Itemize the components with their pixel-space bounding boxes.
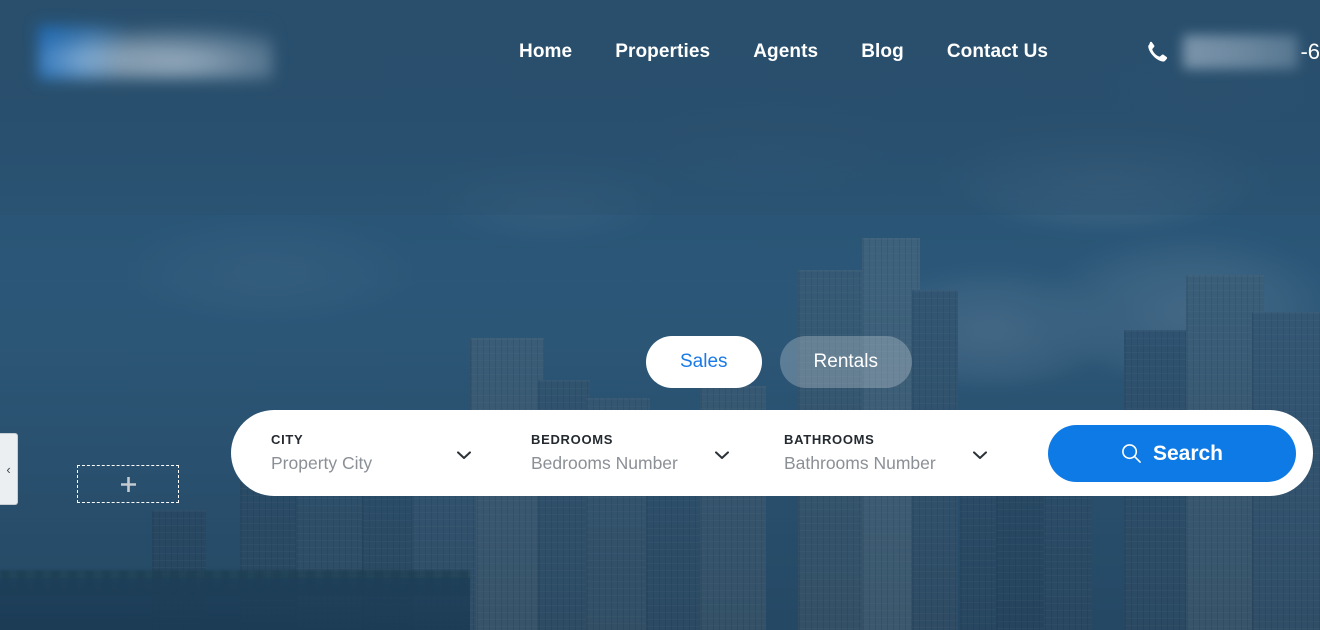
bedrooms-label: BEDROOMS <box>531 432 614 447</box>
nav-item-blog[interactable]: Blog <box>861 35 904 69</box>
search-button[interactable]: Search <box>1048 425 1296 482</box>
bathrooms-label: BATHROOMS <box>784 432 875 447</box>
chevron-left-icon: ‹ <box>6 461 11 477</box>
phone-number-blurred <box>1183 35 1299 69</box>
bathrooms-placeholder: Bathrooms Number <box>784 453 936 473</box>
phone-number-tail: -6 <box>1300 39 1320 64</box>
city-label: CITY <box>271 432 304 447</box>
logo-blurred-image <box>38 25 273 80</box>
chevron-down-icon <box>973 451 987 459</box>
toggle-option-sales[interactable]: Sales <box>646 336 762 388</box>
chevron-down-icon <box>715 451 729 459</box>
search-field-city[interactable]: CITY Property City <box>231 410 489 496</box>
site-logo[interactable] <box>38 25 273 80</box>
search-button-label: Search <box>1152 441 1224 465</box>
panel-collapse-tab[interactable]: ‹ <box>0 433 18 505</box>
plus-icon <box>120 476 136 492</box>
listing-type-toggle: Sales Rentals <box>646 336 912 388</box>
nav-item-agents[interactable]: Agents <box>753 35 818 69</box>
page-root: Home Properties Agents Blog Contact Us -… <box>0 0 1320 630</box>
search-icon <box>1122 444 1141 463</box>
site-header: Home Properties Agents Blog Contact Us -… <box>0 0 1320 104</box>
nav-item-home[interactable]: Home <box>519 35 572 69</box>
header-phone[interactable]: -6 <box>1143 32 1320 72</box>
search-field-bathrooms[interactable]: BATHROOMS Bathrooms Number <box>747 410 1005 496</box>
search-field-bedrooms[interactable]: BEDROOMS Bedrooms Number <box>489 410 747 496</box>
property-search-bar: CITY Property City BEDROOMS Bedrooms Num… <box>231 410 1313 496</box>
chevron-down-icon <box>457 451 471 459</box>
nav-item-contact-us[interactable]: Contact Us <box>947 35 1048 69</box>
phone-icon <box>1148 41 1168 62</box>
main-navigation: Home Properties Agents Blog Contact Us <box>519 0 1048 104</box>
toggle-option-rentals[interactable]: Rentals <box>779 336 912 388</box>
nav-item-properties[interactable]: Properties <box>615 35 710 69</box>
add-block-placeholder[interactable] <box>77 465 179 503</box>
